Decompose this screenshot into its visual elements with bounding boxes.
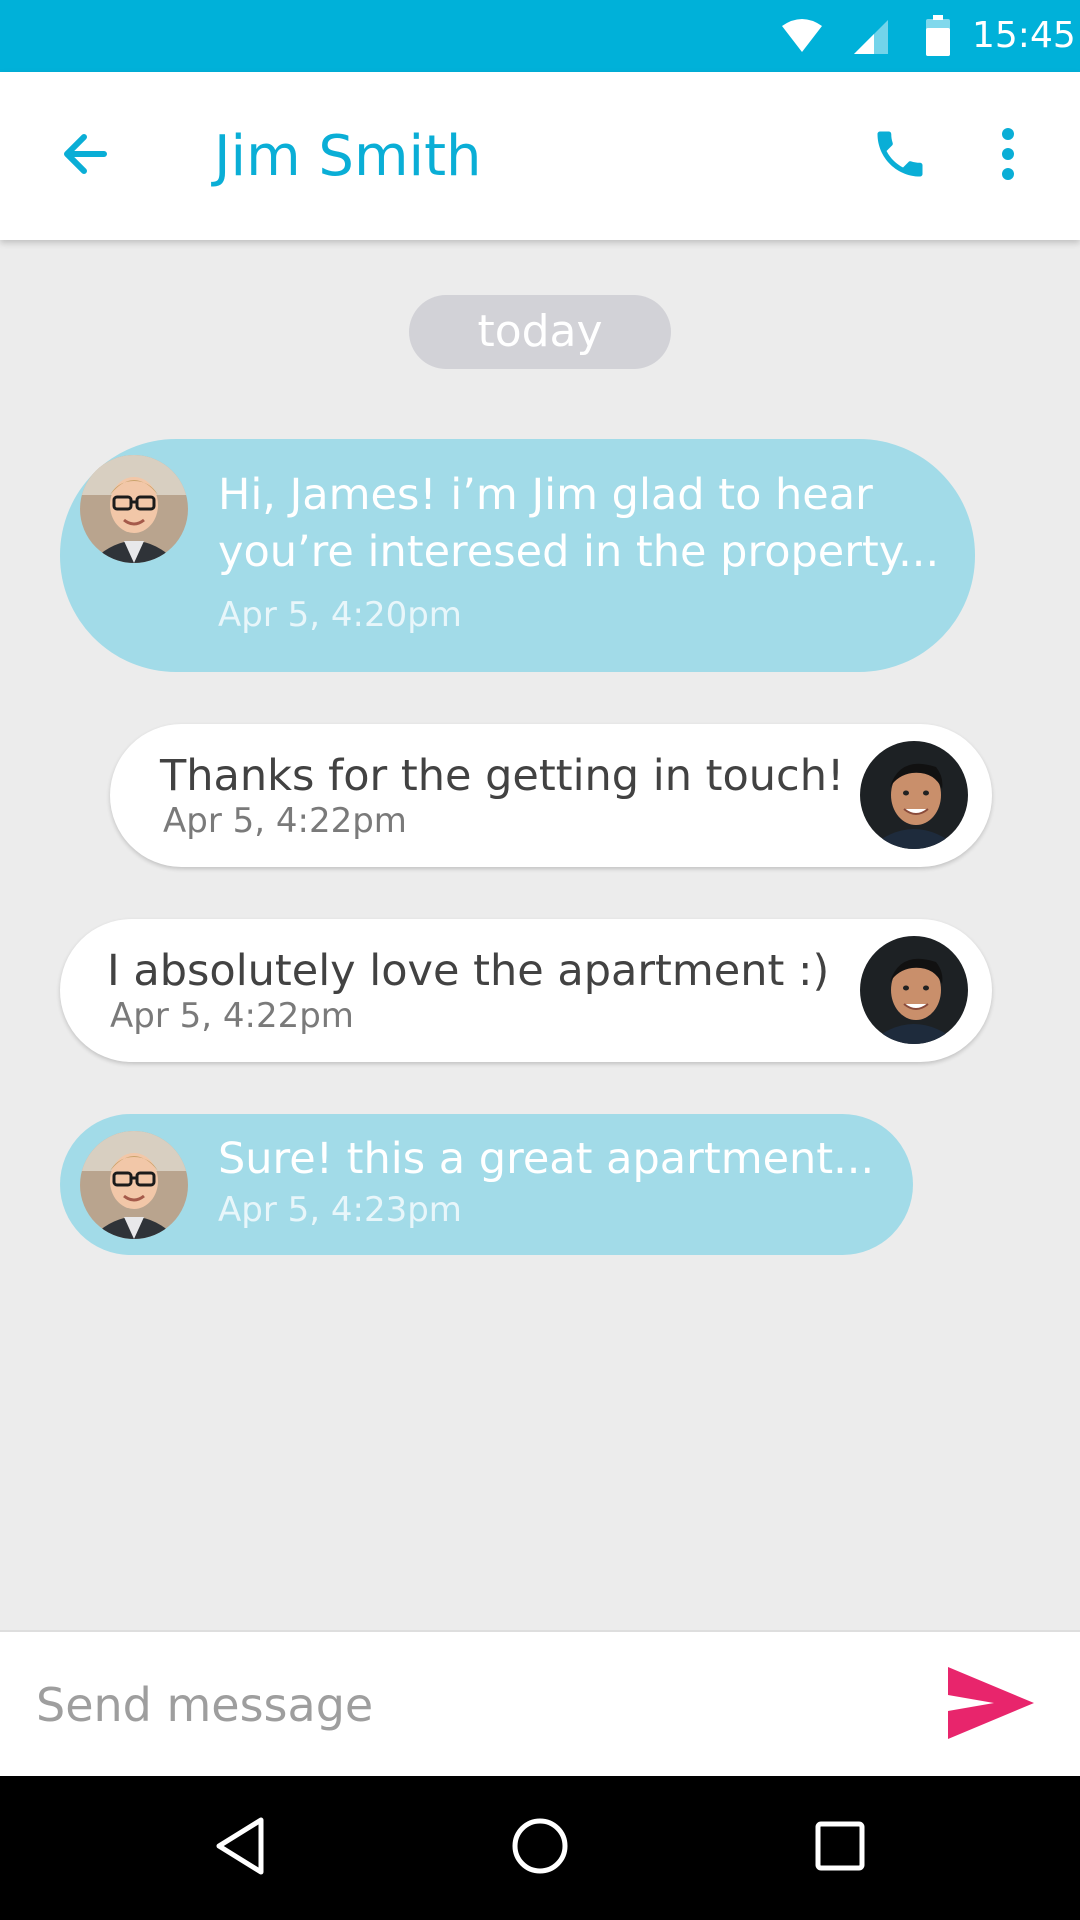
avatar-jim-smith xyxy=(80,1131,188,1239)
phone-icon xyxy=(870,124,930,188)
app-bar: Jim Smith xyxy=(0,72,1080,240)
message-bubble[interactable]: Hi, James! i’m Jim glad to hear you’re i… xyxy=(60,439,975,672)
wifi-icon xyxy=(780,14,824,62)
message-text: Thanks for the getting in touch! xyxy=(160,751,845,801)
message-timestamp: Apr 5, 4:22pm xyxy=(163,801,407,841)
send-icon xyxy=(944,1665,1036,1745)
message-composer xyxy=(0,1630,1080,1776)
nav-recents-icon xyxy=(814,1820,866,1876)
message-text: I absolutely love the apartment :) xyxy=(107,946,830,996)
message-bubble[interactable]: I absolutely love the apartment :) Apr 5… xyxy=(60,919,992,1062)
nav-home-icon xyxy=(511,1817,569,1879)
nav-back-button[interactable] xyxy=(205,1812,277,1884)
message-text: Sure! this a great apartment... xyxy=(218,1134,875,1184)
battery-icon xyxy=(924,14,952,62)
avatar-james xyxy=(860,936,968,1044)
call-button[interactable] xyxy=(864,120,936,192)
message-text: you’re interesed in the property... xyxy=(218,527,940,577)
nav-back-icon xyxy=(213,1816,269,1880)
message-timestamp: Apr 5, 4:20pm xyxy=(218,595,462,635)
message-timestamp: Apr 5, 4:22pm xyxy=(110,996,354,1036)
contact-name-title: Jim Smith xyxy=(214,124,482,189)
back-arrow-icon xyxy=(58,128,110,184)
back-button[interactable] xyxy=(48,120,120,192)
message-bubble[interactable]: Thanks for the getting in touch! Apr 5, … xyxy=(110,724,992,867)
cell-signal-icon xyxy=(850,14,894,62)
status-bar: 15:45 xyxy=(0,0,1080,72)
message-text: Hi, James! i’m Jim glad to hear xyxy=(218,470,873,520)
nav-recents-button[interactable] xyxy=(804,1812,876,1884)
avatar-james xyxy=(860,741,968,849)
date-divider: today xyxy=(409,295,671,369)
more-vertical-icon xyxy=(998,126,1018,186)
message-timestamp: Apr 5, 4:23pm xyxy=(218,1190,462,1230)
nav-home-button[interactable] xyxy=(504,1812,576,1884)
system-navigation-bar xyxy=(0,1776,1080,1920)
send-button[interactable] xyxy=(940,1660,1040,1750)
status-clock: 15:45 xyxy=(972,15,1076,56)
more-options-button[interactable] xyxy=(972,120,1044,192)
avatar-jim-smith xyxy=(80,455,188,563)
message-bubble[interactable]: Sure! this a great apartment... Apr 5, 4… xyxy=(60,1114,913,1255)
message-input[interactable] xyxy=(36,1662,916,1748)
